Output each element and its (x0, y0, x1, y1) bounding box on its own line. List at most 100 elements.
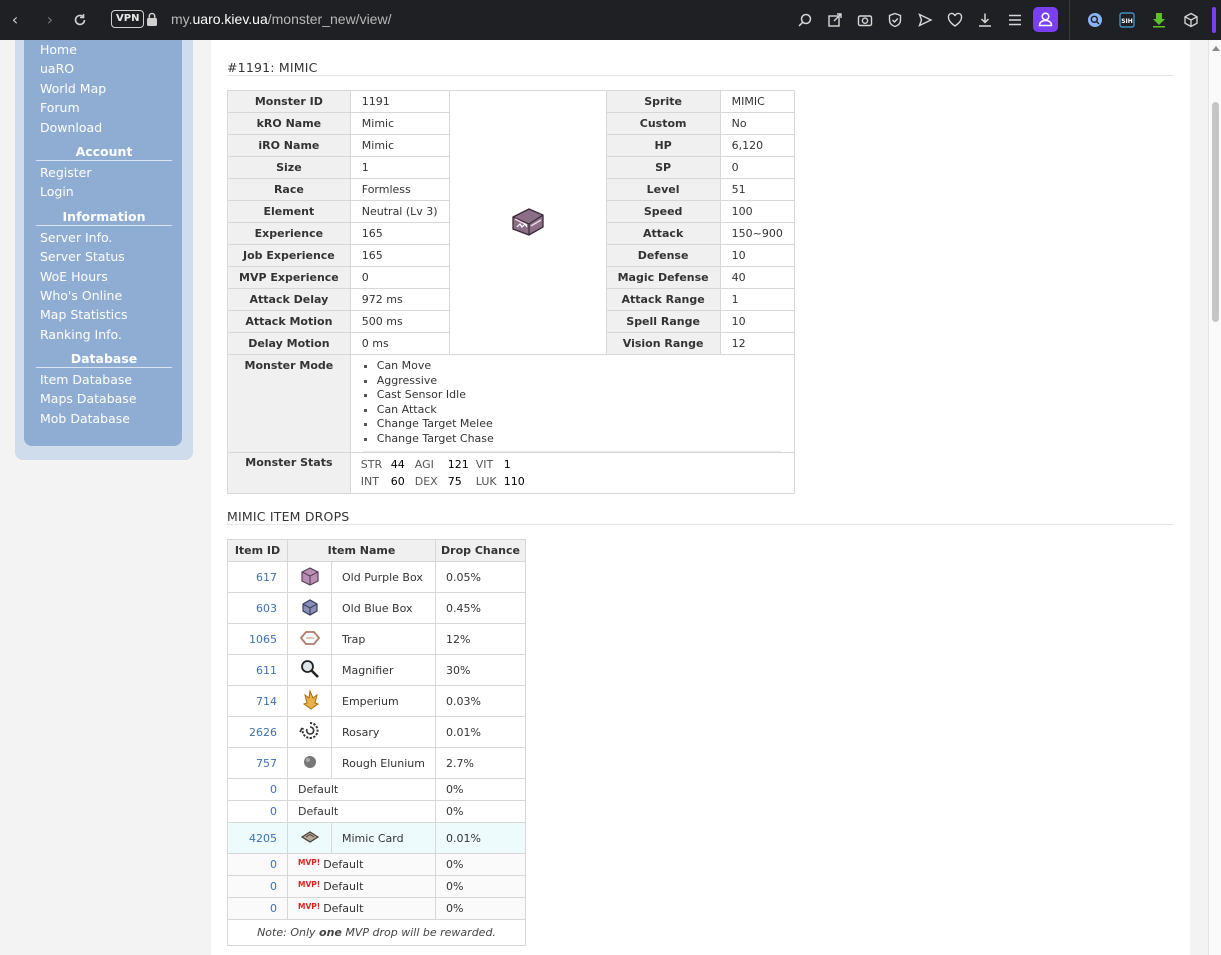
monster-mode-row: Monster Mode Can Move Aggressive Cast Senso… (227, 354, 795, 453)
info-label: Size (227, 156, 351, 179)
stat-value: 44 (390, 457, 405, 471)
col-header-drop-chance[interactable]: Drop Chance (435, 539, 526, 562)
nav-mob-database[interactable]: Mob Database (24, 409, 182, 428)
title-divider (227, 75, 1174, 76)
info-row: Monster ID 1191 Sprite MIMIC (227, 90, 795, 355)
heart-icon[interactable] (944, 9, 966, 31)
nav-server-status[interactable]: Server Status (24, 247, 182, 266)
sidebar-toggle[interactable] (1212, 7, 1216, 33)
search-icon[interactable] (794, 9, 816, 31)
monster-mode-list: Can Move Aggressive Cast Sensor Idle Can At… (362, 357, 782, 451)
drop-row: 1065 Trap 12% (227, 623, 526, 655)
profile-icon[interactable] (1033, 7, 1058, 32)
nav-uaro[interactable]: uaRO (24, 59, 182, 78)
purple-box-icon[interactable] (299, 565, 321, 590)
nav-home[interactable]: Home (24, 40, 182, 59)
item-name: Default (323, 880, 364, 893)
nav-maps-database[interactable]: Maps Database (24, 389, 182, 408)
page-scrollbar[interactable] (1208, 40, 1221, 955)
rosary-icon[interactable] (298, 720, 321, 745)
item-id-link[interactable]: 603 (227, 592, 288, 624)
shield-icon[interactable] (884, 9, 906, 31)
item-name[interactable]: Rosary (331, 716, 436, 748)
nav-download[interactable]: Download (24, 118, 182, 137)
green-download-extension-icon[interactable] (1148, 9, 1170, 31)
download-icon[interactable] (974, 9, 996, 31)
extension-search-icon[interactable] (1084, 9, 1106, 31)
info-label: Custom (605, 112, 721, 135)
share-icon[interactable] (824, 9, 846, 31)
col-header-item-id[interactable]: Item ID (227, 539, 288, 562)
item-name[interactable]: Mimic Card (331, 822, 436, 854)
back-icon[interactable]: ‹ (4, 9, 26, 31)
monster-stats-cell: STR 44 AGI 121 VIT 1 INT 60 DEX 75 LUK 110 (349, 451, 795, 494)
camera-icon[interactable] (854, 9, 876, 31)
forward-icon[interactable]: › (39, 9, 61, 31)
item-name[interactable]: Rough Elunium (331, 747, 436, 779)
monster-title: #1191: MIMIC (227, 60, 318, 75)
monster-mode-item: Aggressive (362, 374, 782, 389)
drop-row: 714 Emperium 0.03% (227, 685, 526, 717)
nav-item-database[interactable]: Item Database (24, 370, 182, 389)
elunium-icon[interactable] (302, 754, 318, 773)
drop-row: 603 Old Blue Box 0.45% (227, 592, 526, 624)
blue-box-icon[interactable] (300, 597, 320, 620)
note-text-bold: one (319, 926, 342, 939)
scroll-up-arrow[interactable] (1212, 46, 1220, 51)
cube-extension-icon[interactable] (1180, 9, 1202, 31)
item-id-link[interactable]: 1065 (227, 623, 288, 655)
item-id-link[interactable]: 0 (227, 778, 288, 801)
nav-map-statistics[interactable]: Map Statistics (24, 305, 182, 324)
item-name[interactable]: Trap (331, 623, 436, 655)
emperium-icon[interactable] (299, 688, 321, 714)
item-name[interactable]: Magnifier (331, 654, 436, 686)
info-value: 100 (719, 200, 795, 223)
nav-forum[interactable]: Forum (24, 98, 182, 117)
item-id-link[interactable]: 611 (227, 654, 288, 686)
sih-extension-icon[interactable]: SIH (1116, 9, 1138, 31)
lock-icon[interactable] (146, 12, 158, 26)
nav-woe-hours[interactable]: WoE Hours (24, 267, 182, 286)
monster-sprite-icon (509, 208, 547, 242)
stat-name: VIT (475, 457, 494, 471)
col-header-item-name[interactable]: Item Name (287, 539, 436, 562)
nav-register[interactable]: Register (24, 163, 182, 182)
item-name[interactable]: Old Blue Box (331, 592, 436, 624)
scrollbar-thumb[interactable] (1212, 102, 1219, 322)
item-id-link[interactable]: 0 (227, 875, 288, 898)
nav-world-map[interactable]: World Map (24, 79, 182, 98)
trap-icon[interactable] (299, 628, 321, 651)
item-id-link[interactable]: 4205 (227, 822, 288, 854)
item-id-link[interactable]: 757 (227, 747, 288, 779)
nav-ranking-info[interactable]: Ranking Info. (24, 325, 182, 344)
nav-server-info[interactable]: Server Info. (24, 228, 182, 247)
browser-toolbar: ‹ › VPN my.uaro.kiev.ua/monster_new/view… (0, 0, 1221, 40)
drop-chance: 0% (435, 875, 526, 898)
vpn-badge[interactable]: VPN (111, 10, 145, 28)
info-value: 12 (719, 332, 795, 355)
item-id-link[interactable]: 714 (227, 685, 288, 717)
item-id-link[interactable]: 0 (227, 897, 288, 920)
address-bar[interactable]: my.uaro.kiev.ua/monster_new/view/ (171, 11, 391, 27)
info-label: Defense (605, 244, 721, 267)
magnifier-icon[interactable] (299, 658, 321, 683)
stat-name: AGI (414, 457, 434, 471)
item-name[interactable]: Old Purple Box (331, 561, 436, 593)
item-id-link[interactable]: 0 (227, 800, 288, 823)
item-name[interactable]: Emperium (331, 685, 436, 717)
nav-login[interactable]: Login (24, 182, 182, 201)
send-icon[interactable] (914, 9, 936, 31)
info-label: Attack Range (605, 288, 721, 311)
sidebar-heading-account: Account (36, 144, 172, 161)
nav-whos-online[interactable]: Who's Online (24, 286, 182, 305)
monster-mode-label: Monster Mode (227, 354, 351, 453)
info-value: 500 ms (349, 310, 450, 333)
item-id-link[interactable]: 617 (227, 561, 288, 593)
menu-icon[interactable] (1004, 9, 1026, 31)
item-id-link[interactable]: 0 (227, 853, 288, 876)
card-icon[interactable] (300, 830, 320, 847)
item-id-link[interactable]: 2626 (227, 716, 288, 748)
reload-icon[interactable] (69, 9, 91, 31)
item-icon-cell (287, 561, 332, 593)
drop-row: 611 Magnifier 30% (227, 654, 526, 686)
